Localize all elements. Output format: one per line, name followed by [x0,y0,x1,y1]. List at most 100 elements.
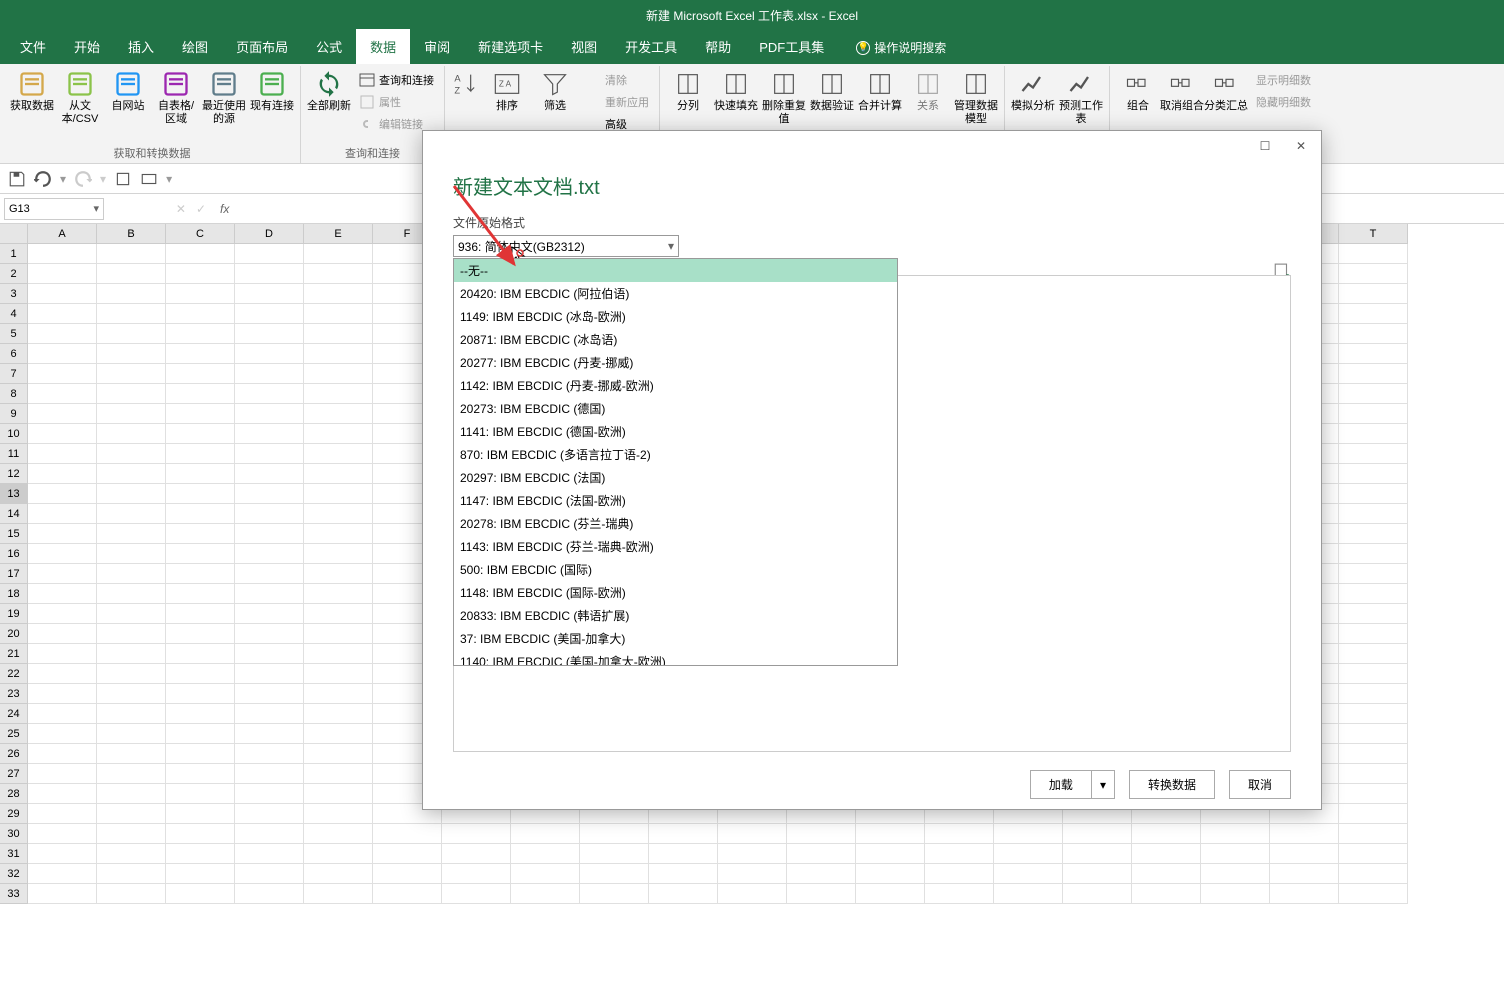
cell[interactable] [28,864,97,884]
cell[interactable] [28,784,97,804]
cell[interactable] [580,844,649,864]
load-button[interactable]: 加载 ▾ [1030,770,1115,799]
tab-新建选项卡[interactable]: 新建选项卡 [464,29,557,64]
cell[interactable] [1270,824,1339,844]
cell[interactable] [166,324,235,344]
tab-开发工具[interactable]: 开发工具 [611,29,691,64]
cell[interactable] [97,884,166,904]
cell[interactable] [649,824,718,844]
row-header[interactable]: 7 [0,364,28,384]
cell[interactable] [304,804,373,824]
cell[interactable] [28,644,97,664]
print-preview-icon[interactable] [114,170,132,188]
cell[interactable] [1339,564,1408,584]
cell[interactable] [1339,704,1408,724]
cell[interactable] [580,864,649,884]
cell[interactable] [235,424,304,444]
cell[interactable] [166,604,235,624]
cell[interactable] [28,884,97,904]
cell[interactable] [304,704,373,724]
cell[interactable] [28,284,97,304]
cell[interactable] [304,664,373,684]
row-header[interactable]: 10 [0,424,28,444]
get-data-4[interactable]: 最近使用的源 [202,66,246,126]
cell[interactable] [994,884,1063,904]
queries-connections-button[interactable]: 查询和连接 [355,70,438,90]
cell[interactable] [1201,844,1270,864]
cell[interactable] [166,524,235,544]
cell[interactable] [166,884,235,904]
cell[interactable] [166,824,235,844]
cell[interactable] [1270,864,1339,884]
row-header[interactable]: 25 [0,724,28,744]
data-tool-3[interactable]: 数据验证 [810,66,854,113]
cell[interactable] [1339,624,1408,644]
sort-az-button[interactable]: AZ [451,66,481,100]
cell[interactable] [925,844,994,864]
cell[interactable] [994,824,1063,844]
cell[interactable] [787,844,856,864]
tab-PDF工具集[interactable]: PDF工具集 [745,29,838,64]
encoding-option[interactable]: 1147: IBM EBCDIC (法国-欧洲) [454,489,897,512]
get-data-2[interactable]: 自网站 [106,66,150,113]
cell[interactable] [97,364,166,384]
forecast-0[interactable]: 模拟分析 [1011,66,1055,113]
cell[interactable] [97,724,166,744]
column-header[interactable]: D [235,224,304,244]
cell[interactable] [97,284,166,304]
cell[interactable] [166,544,235,564]
cell[interactable] [97,244,166,264]
cell[interactable] [373,884,442,904]
encoding-option[interactable]: 1141: IBM EBCDIC (德国-欧洲) [454,420,897,443]
cell[interactable] [97,864,166,884]
cell[interactable] [1132,844,1201,864]
cell[interactable] [28,464,97,484]
cell[interactable] [97,784,166,804]
cell[interactable] [235,524,304,544]
cell[interactable] [1339,304,1408,324]
data-tool-2[interactable]: 删除重复值 [762,66,806,126]
data-tool-0[interactable]: 分列 [666,66,710,113]
cell[interactable] [97,464,166,484]
row-header[interactable]: 9 [0,404,28,424]
forecast-1[interactable]: 预测工作表 [1059,66,1103,126]
cell[interactable] [304,744,373,764]
cell[interactable] [304,544,373,564]
encoding-option[interactable]: 20278: IBM EBCDIC (芬兰-瑞典) [454,512,897,535]
cell[interactable] [304,484,373,504]
cell[interactable] [166,464,235,484]
cell[interactable] [856,864,925,884]
cell[interactable] [1339,864,1408,884]
cell[interactable] [28,364,97,384]
row-header[interactable]: 28 [0,784,28,804]
row-header[interactable]: 13 [0,484,28,504]
cell[interactable] [97,444,166,464]
cell[interactable] [28,404,97,424]
cell[interactable] [304,404,373,424]
encoding-option[interactable]: 20277: IBM EBCDIC (丹麦-挪威) [454,351,897,374]
refresh-all-button[interactable]: 全部刷新 [307,66,351,113]
cell[interactable] [511,864,580,884]
cell[interactable] [235,344,304,364]
encoding-option[interactable]: 20833: IBM EBCDIC (韩语扩展) [454,604,897,627]
cell[interactable] [304,364,373,384]
cell[interactable] [28,744,97,764]
cell[interactable] [1339,344,1408,364]
cell[interactable] [511,824,580,844]
cell[interactable] [1132,864,1201,884]
cell[interactable] [856,884,925,904]
row-header[interactable]: 8 [0,384,28,404]
cell[interactable] [166,704,235,724]
cell[interactable] [1339,844,1408,864]
cell[interactable] [28,324,97,344]
cell[interactable] [787,824,856,844]
cell[interactable] [1339,284,1408,304]
cell[interactable] [97,264,166,284]
column-header[interactable]: E [304,224,373,244]
cell[interactable] [28,624,97,644]
cell[interactable] [235,384,304,404]
cell[interactable] [1339,884,1408,904]
cell[interactable] [235,464,304,484]
cell[interactable] [580,884,649,904]
cell[interactable] [166,244,235,264]
